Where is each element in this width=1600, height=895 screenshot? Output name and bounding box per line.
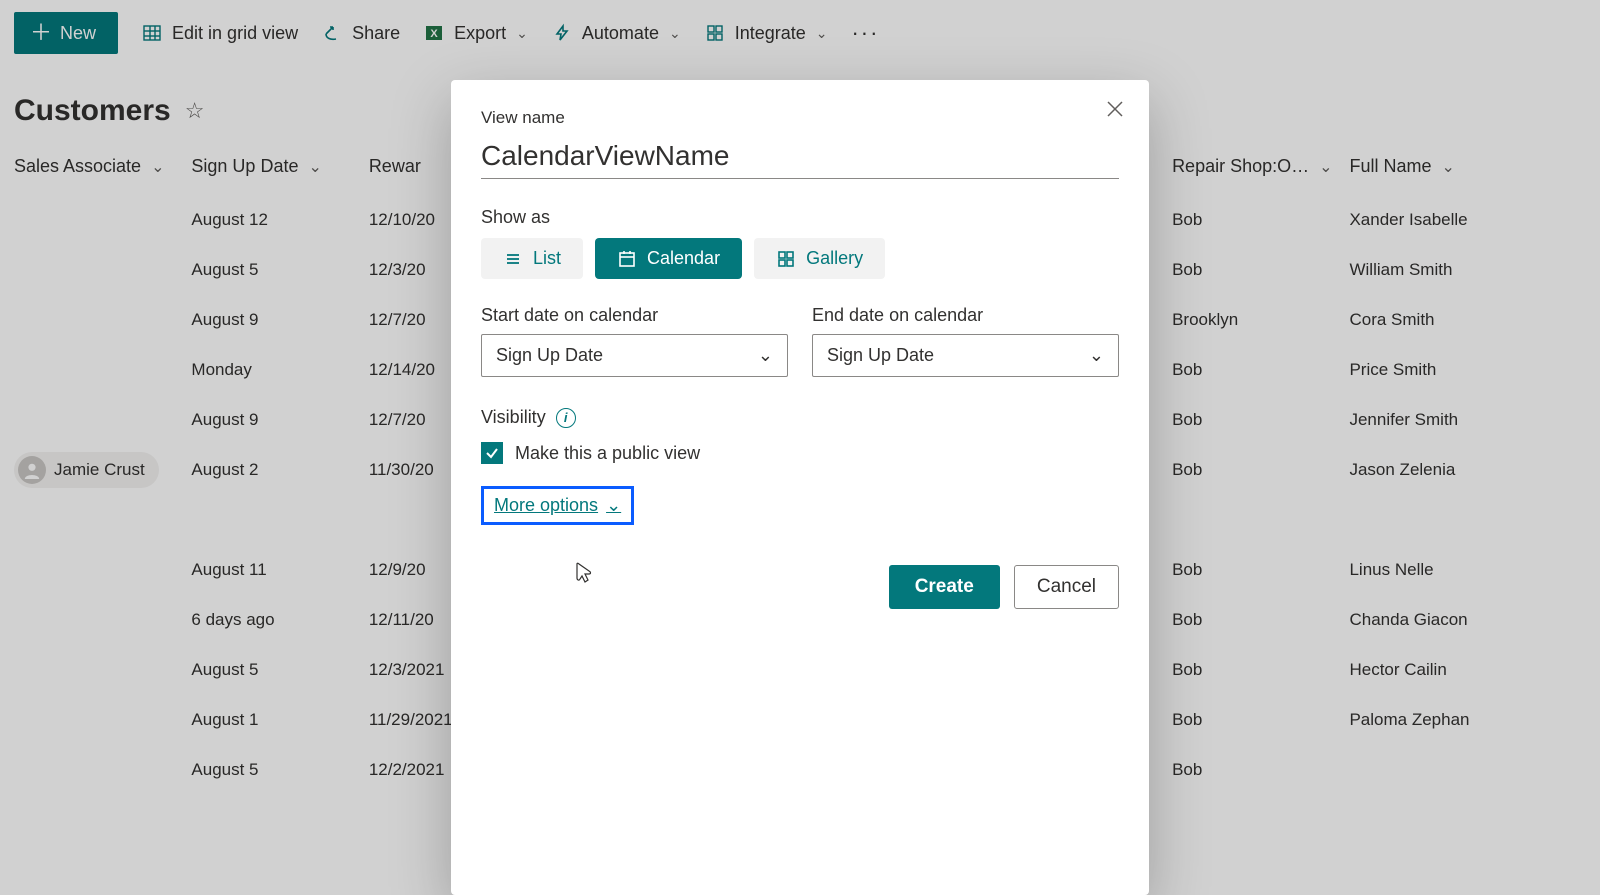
create-button[interactable]: Create — [889, 565, 1000, 609]
view-name-input[interactable] — [481, 134, 1119, 179]
end-date-label: End date on calendar — [812, 305, 1119, 326]
show-as-calendar[interactable]: Calendar — [595, 238, 742, 279]
close-button[interactable] — [1097, 94, 1133, 130]
start-date-label: Start date on calendar — [481, 305, 788, 326]
chevron-down-icon: ⌄ — [758, 345, 773, 366]
modal-scrim: View name Show as List Calendar Gallery … — [0, 0, 1600, 895]
visibility-label: Visibility — [481, 407, 546, 428]
cancel-button[interactable]: Cancel — [1014, 565, 1119, 609]
more-options-highlight: More options ⌄ — [481, 486, 634, 525]
chevron-down-icon: ⌄ — [1089, 345, 1104, 366]
close-icon — [1106, 100, 1124, 118]
view-name-label: View name — [481, 108, 1119, 128]
calendar-icon — [617, 249, 637, 269]
list-icon — [503, 249, 523, 269]
public-view-checkbox[interactable] — [481, 442, 503, 464]
show-as-label: Show as — [481, 207, 1119, 228]
more-options-link[interactable]: More options ⌄ — [494, 495, 621, 516]
show-as-group: List Calendar Gallery — [481, 238, 1119, 279]
start-date-select[interactable]: Sign Up Date ⌄ — [481, 334, 788, 377]
cursor-pointer-icon — [569, 560, 595, 588]
end-date-select[interactable]: Sign Up Date ⌄ — [812, 334, 1119, 377]
create-view-dialog: View name Show as List Calendar Gallery … — [451, 80, 1149, 895]
show-as-list[interactable]: List — [481, 238, 583, 279]
public-view-checkbox-label: Make this a public view — [515, 443, 700, 464]
info-icon[interactable]: i — [556, 408, 576, 428]
chevron-down-icon: ⌄ — [606, 495, 621, 516]
check-icon — [484, 445, 500, 461]
gallery-icon — [776, 249, 796, 269]
show-as-gallery[interactable]: Gallery — [754, 238, 885, 279]
